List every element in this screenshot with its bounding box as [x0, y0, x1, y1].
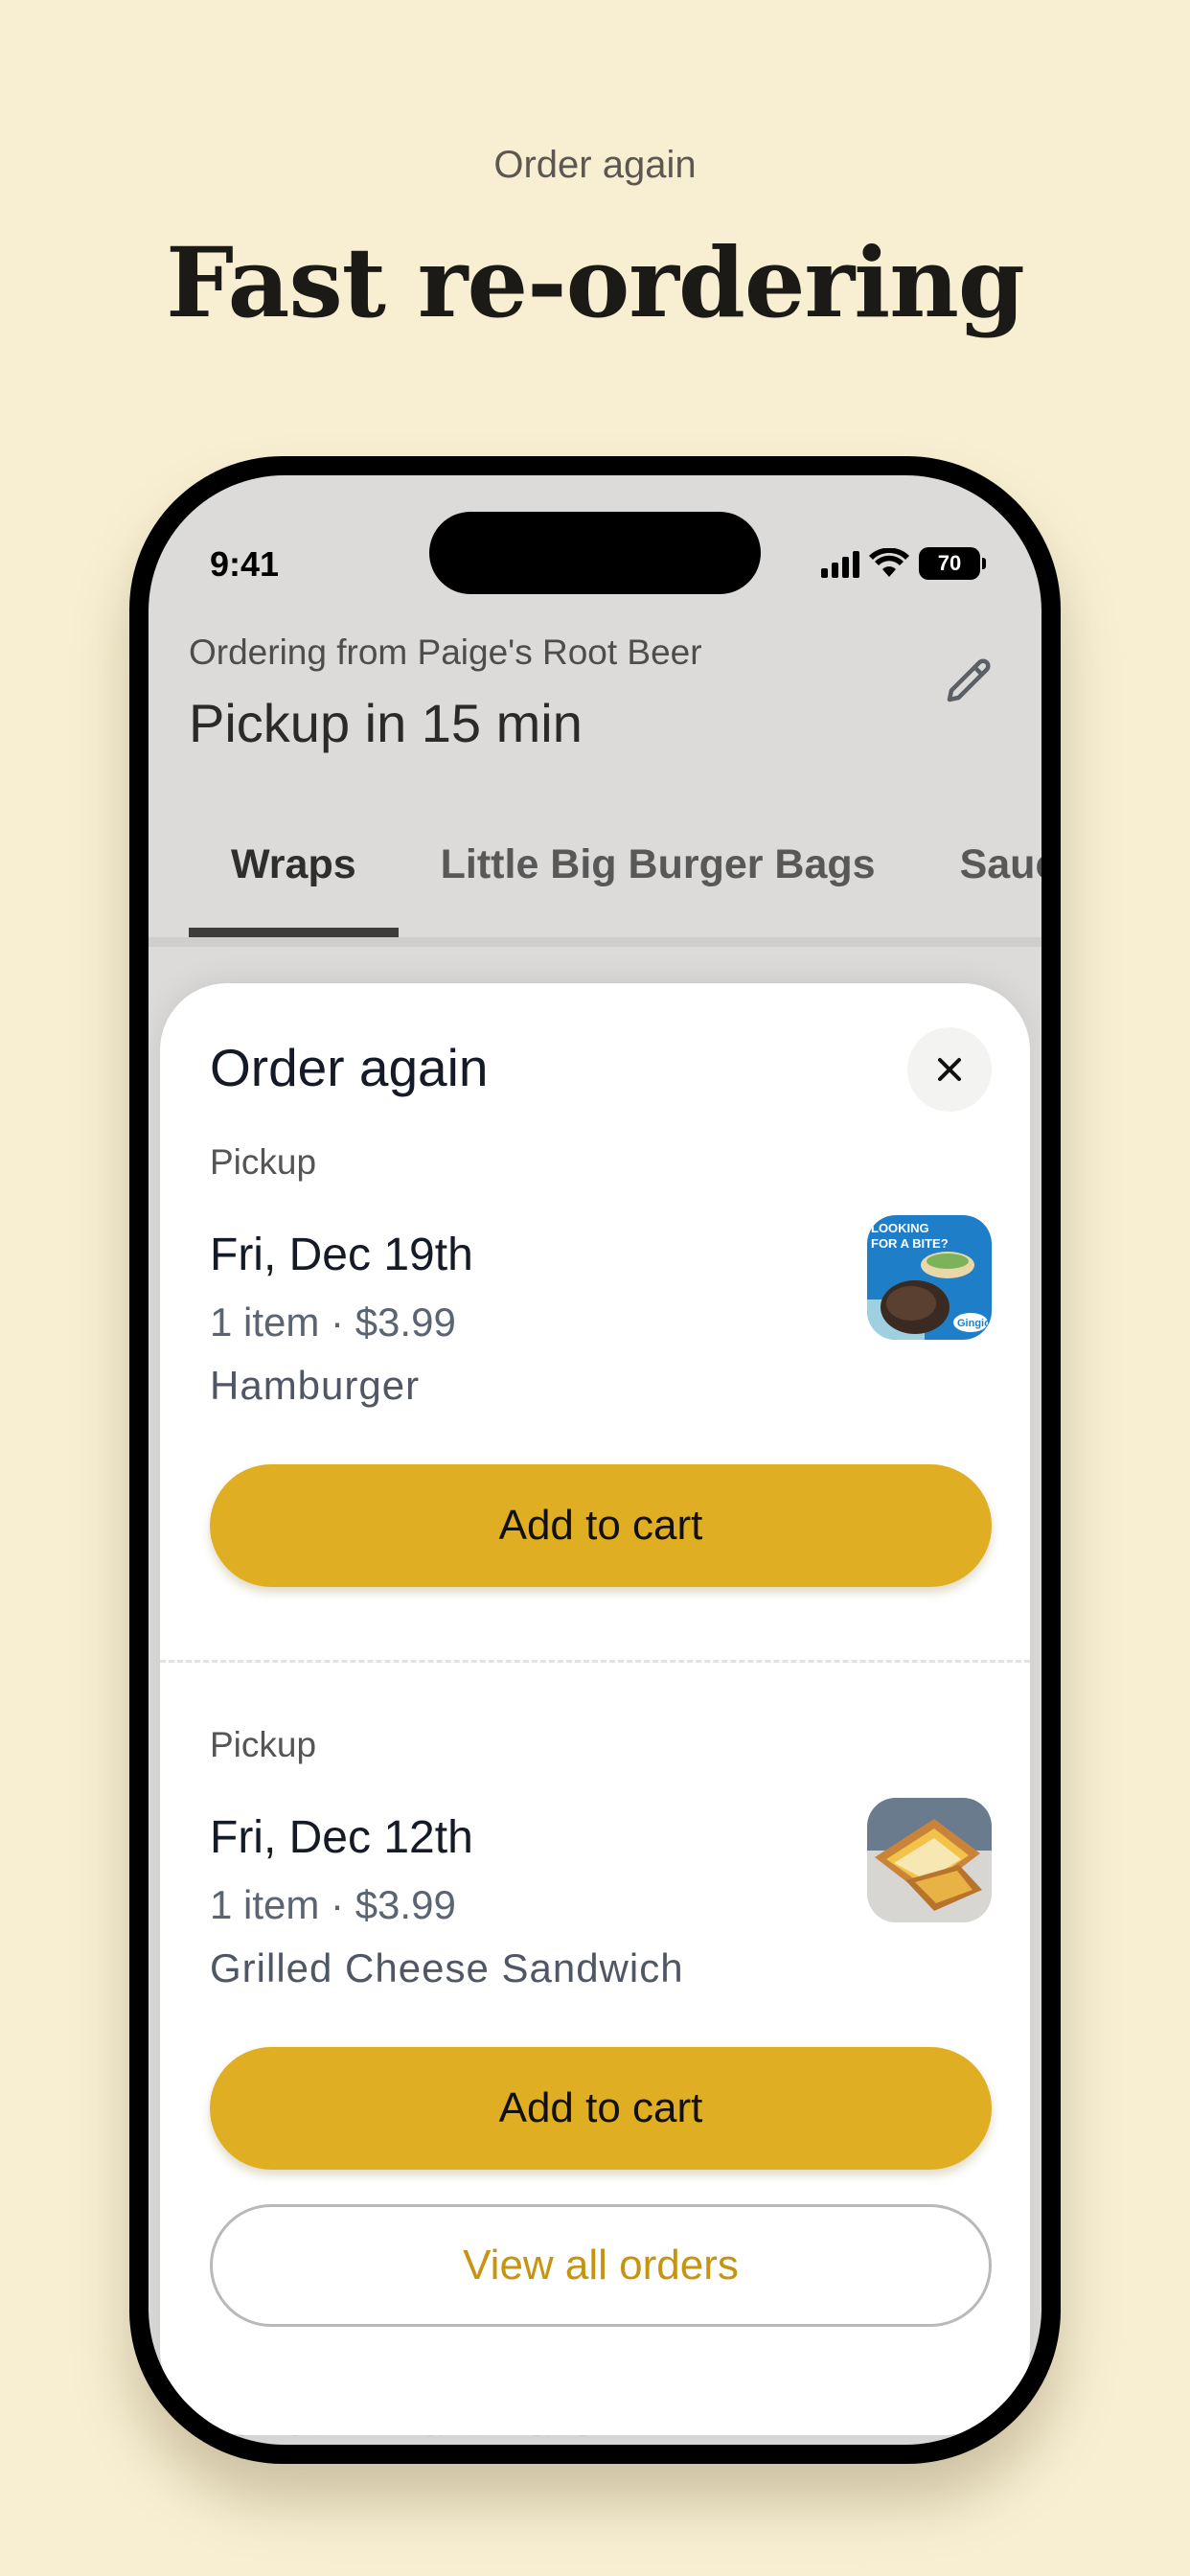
- order-card: Pickup Fri, Dec 12th 1 item · $3.99 Gril…: [210, 1725, 992, 2185]
- grilled-cheese-thumbnail[interactable]: [867, 1798, 992, 1922]
- thumb-text-line1: LOOKING: [871, 1221, 929, 1235]
- order-card: Pickup Fri, Dec 19th 1 item · $3.99 Hamb…: [210, 1142, 992, 1602]
- edit-order-button[interactable]: [934, 646, 1003, 715]
- phone-screen: 9:41 70 Ordering from Paige's Root Beer …: [149, 475, 1041, 2445]
- close-icon: [938, 1058, 961, 1081]
- add-to-cart-button[interactable]: Add to cart: [210, 1464, 992, 1587]
- order-date: Fri, Dec 12th: [210, 1812, 473, 1863]
- order-item-name: Grilled Cheese Sandwich: [210, 1945, 684, 1990]
- order-type: Pickup: [210, 1725, 317, 1764]
- cellular-signal-icon: [821, 549, 859, 578]
- thumb-text-line2: FOR A BITE?: [871, 1236, 949, 1251]
- marketing-kicker: Order again: [493, 144, 697, 186]
- add-to-cart-button[interactable]: Add to cart: [210, 2047, 992, 2170]
- battery-level: 70: [937, 551, 962, 575]
- pickup-time[interactable]: Pickup in 15 min: [189, 692, 583, 754]
- wifi-icon: [869, 548, 909, 577]
- tab-sauces[interactable]: Sauc: [918, 813, 1041, 937]
- hamburger-image: LOOKING FOR A BITE? Gingio: [867, 1215, 992, 1340]
- pencil-icon: [947, 658, 991, 702]
- status-icons: 70: [821, 535, 986, 592]
- tab-little-big-burger-bags[interactable]: Little Big Burger Bags: [441, 813, 876, 937]
- order-date: Fri, Dec 19th: [210, 1230, 473, 1280]
- tabs-divider: [149, 937, 1041, 947]
- phone-frame: 9:41 70 Ordering from Paige's Root Beer …: [129, 456, 1061, 2464]
- battery-icon: 70: [919, 547, 986, 580]
- category-tabs: Wraps Little Big Burger Bags Sauc: [189, 813, 1041, 937]
- marketing-headline: Fast re-ordering: [166, 226, 1025, 339]
- dynamic-island: [429, 512, 761, 594]
- order-item-name: Hamburger: [210, 1363, 421, 1408]
- order-again-sheet: Order again Pickup Fri, Dec 19th 1 item …: [160, 983, 1030, 2435]
- close-button[interactable]: [907, 1027, 992, 1112]
- thumb-badge: Gingio: [957, 1318, 991, 1329]
- tab-wraps[interactable]: Wraps: [189, 813, 399, 937]
- order-divider: [160, 1660, 1030, 1663]
- order-summary: 1 item · $3.99: [210, 1882, 456, 1927]
- hamburger-thumbnail[interactable]: LOOKING FOR A BITE? Gingio: [867, 1215, 992, 1340]
- grilled-cheese-image: [867, 1798, 992, 1922]
- view-all-orders-button[interactable]: View all orders: [210, 2204, 992, 2327]
- order-summary: 1 item · $3.99: [210, 1300, 456, 1345]
- ordering-from-label: Ordering from Paige's Root Beer: [189, 632, 702, 672]
- sheet-title: Order again: [210, 1038, 489, 1097]
- order-type: Pickup: [210, 1142, 317, 1182]
- status-time: 9:41: [210, 544, 280, 584]
